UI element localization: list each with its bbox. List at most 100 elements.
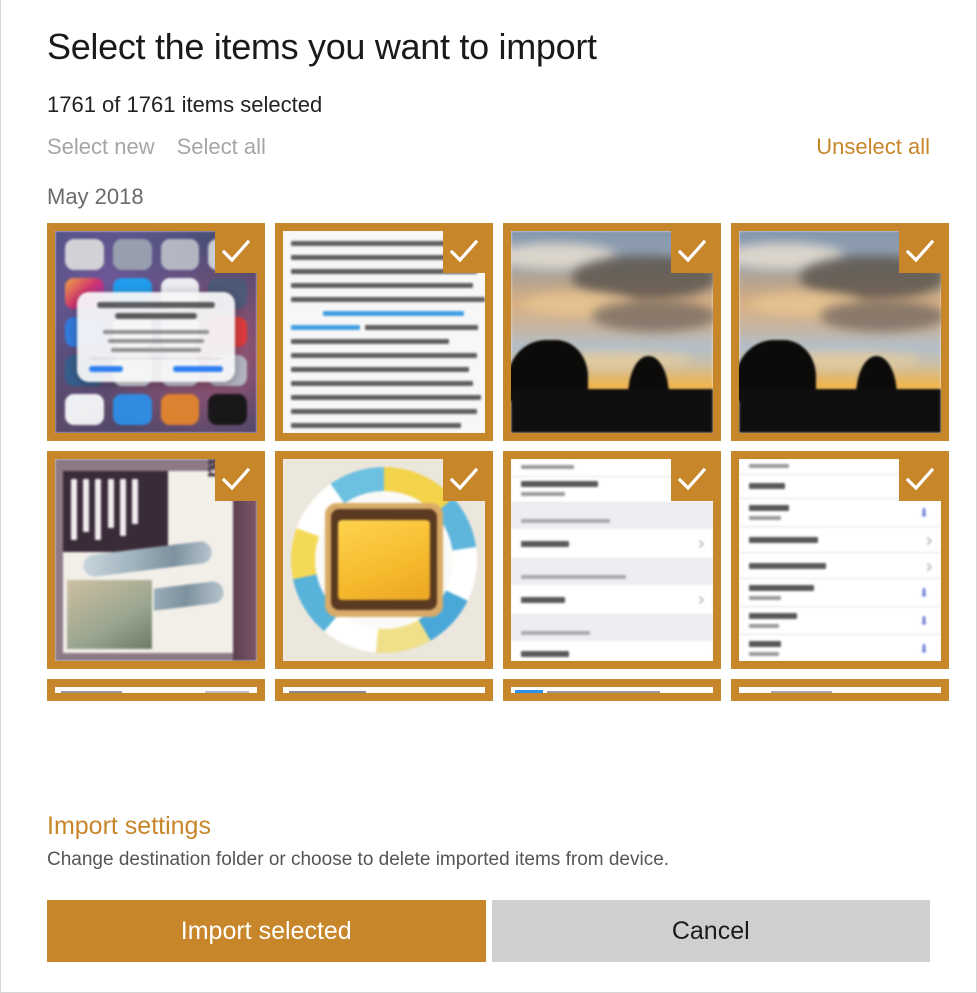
partial-artwork <box>739 686 941 693</box>
row-title <box>749 640 782 647</box>
thumbnail-scroll-area[interactable]: astrad <box>1 222 976 795</box>
row-title <box>521 480 598 487</box>
partial-artwork <box>511 686 713 693</box>
dialog-action-buttons: Import selected Cancel <box>47 900 930 992</box>
import-settings-link[interactable]: Import settings <box>47 812 211 841</box>
thumbnail-image <box>511 686 713 693</box>
row-title <box>749 536 818 543</box>
selection-checkbox[interactable] <box>443 230 485 273</box>
row-subtitle <box>749 463 790 468</box>
list-row <box>739 498 941 527</box>
package-text <box>83 479 90 532</box>
check-icon <box>450 467 478 491</box>
text-line <box>291 282 473 288</box>
text-line <box>204 690 249 693</box>
selection-checkbox[interactable] <box>671 230 713 273</box>
horizon-silhouette <box>739 388 941 433</box>
thumbnail-image <box>283 230 485 433</box>
thumbnail-partial-thumbnail-row3-1[interactable] <box>47 678 265 701</box>
cloud <box>591 299 713 332</box>
row-subtitle <box>749 623 780 628</box>
accent-block <box>515 689 544 693</box>
dialog-footer: Import settings Change destination folde… <box>1 794 976 992</box>
row-title <box>749 482 786 489</box>
thumbnail-grid: astrad <box>47 222 949 701</box>
thumbnail-sunset-clouds-treeline-photo-2[interactable] <box>731 222 949 441</box>
unselect-all-link[interactable]: Unselect all <box>816 134 930 159</box>
select-new-link[interactable]: Select new <box>47 134 155 159</box>
check-icon <box>222 467 250 491</box>
thumbnail-partial-thumbnail-row3-4[interactable] <box>731 678 949 701</box>
section-header <box>521 630 590 635</box>
check-icon <box>450 239 478 263</box>
package-inset-photo <box>65 578 154 651</box>
app-icon <box>160 238 200 270</box>
row-title <box>521 540 570 547</box>
row-title <box>749 612 798 619</box>
check-icon <box>678 239 706 263</box>
thumbnail-image <box>283 458 485 661</box>
thumbnail-sunset-clouds-treeline-photo-1[interactable] <box>503 222 721 441</box>
selection-count-status: 1761 of 1761 items selected <box>47 92 323 118</box>
download-icon: ⬇ <box>919 641 930 656</box>
text-line <box>289 690 366 693</box>
thumbnail-article-text-screenshot-coffee[interactable] <box>275 222 493 441</box>
cloud <box>819 299 941 332</box>
list-row <box>739 606 941 635</box>
row-subtitle <box>521 491 566 496</box>
thumbnail-ios-home-screen-photo-permission-dialog[interactable] <box>47 222 265 441</box>
dialog-title-line <box>114 312 198 319</box>
selection-checkbox[interactable] <box>671 458 713 501</box>
selection-checkbox[interactable] <box>899 458 941 501</box>
selection-checkbox[interactable] <box>443 458 485 501</box>
thumbnail-ios-settings-voices-list-screenshot[interactable]: ⬇ ⬇ ⬇ ⬇ <box>731 450 949 669</box>
cancel-button[interactable]: Cancel <box>491 900 930 962</box>
text-line <box>547 690 661 693</box>
package-dark-panel <box>63 471 169 552</box>
app-icon <box>160 394 200 425</box>
dialog-body-line <box>102 329 210 334</box>
app-icon <box>208 394 247 425</box>
list-row <box>739 578 941 607</box>
text-line <box>291 352 477 358</box>
partial-artwork <box>283 686 485 693</box>
text-line <box>291 422 461 428</box>
row-title <box>521 650 570 657</box>
thumbnail-image: astrad <box>55 458 257 661</box>
allow-button <box>89 366 124 373</box>
dont-allow-button <box>172 366 223 373</box>
section-header <box>521 574 627 579</box>
app-icon <box>65 238 104 270</box>
thumbnail-partial-thumbnail-row3-2[interactable] <box>275 678 493 701</box>
selection-checkbox[interactable] <box>215 458 257 501</box>
thumbnail-image <box>55 230 257 433</box>
app-icon <box>112 394 152 425</box>
text-line <box>291 394 481 400</box>
page-title: Select the items you want to import <box>47 26 597 67</box>
import-selected-button[interactable]: Import selected <box>47 900 486 962</box>
check-icon <box>906 239 934 263</box>
ios-permission-dialog <box>77 291 235 383</box>
group-date-header: May 2018 <box>47 183 144 209</box>
text-line <box>291 338 449 344</box>
thumbnail-partial-thumbnail-row3-3[interactable] <box>503 678 721 701</box>
download-icon: ⬇ <box>919 613 930 628</box>
check-icon <box>222 239 250 263</box>
hyperlink-line <box>291 324 360 330</box>
package-text <box>131 479 138 524</box>
thumbnail-product-package-gas-cartridges-photo[interactable]: astrad <box>47 450 265 669</box>
thumbnail-image <box>283 686 485 693</box>
selection-checkbox[interactable] <box>899 230 941 273</box>
text-line <box>291 380 473 386</box>
selection-checkbox[interactable] <box>215 230 257 273</box>
thumbnail-cheese-toast-on-patterned-plate-photo[interactable] <box>275 450 493 669</box>
dialog-body-line <box>110 347 202 352</box>
select-all-link[interactable]: Select all <box>177 134 266 159</box>
row-title <box>749 504 790 511</box>
thumbnail-ios-settings-list-screenshot-1[interactable] <box>503 450 721 669</box>
selection-actions-bar: Select new Select all Unselect all <box>47 134 930 159</box>
app-icon <box>112 238 152 270</box>
hyperlink-line <box>323 310 465 316</box>
check-icon <box>678 467 706 491</box>
package-text <box>119 479 126 536</box>
